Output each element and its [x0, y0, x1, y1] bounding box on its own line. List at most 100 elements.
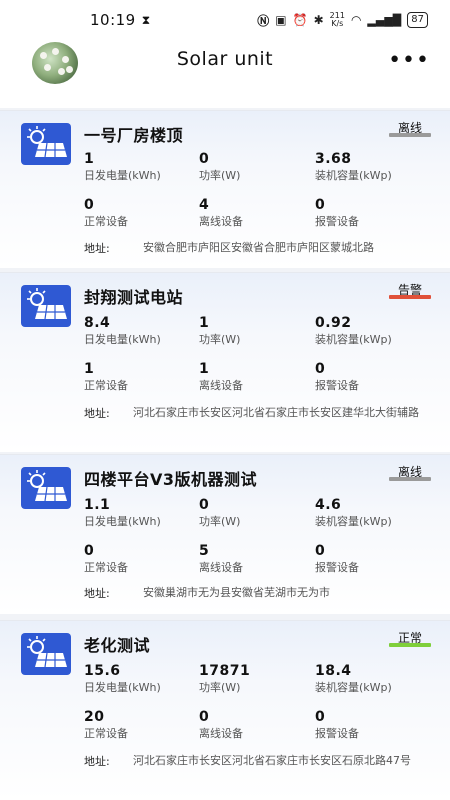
- offline-devices-label: 离线设备: [199, 561, 243, 574]
- daily-generation-value: 15.6: [84, 663, 121, 679]
- alarm-devices-value: 0: [315, 197, 326, 213]
- normal-devices-value: 1: [84, 361, 95, 377]
- address-label: 地址:: [84, 587, 110, 600]
- installed-capacity: 4.6 装机容量(kWp): [315, 497, 392, 529]
- more-menu-button[interactable]: •••: [388, 48, 430, 73]
- alarm-devices: 0 报警设备: [315, 197, 359, 229]
- power-value: 0: [199, 151, 210, 167]
- status-badge: 离线: [389, 466, 431, 481]
- solar-panel-icon: [21, 467, 71, 509]
- installed-capacity-value: 3.68: [315, 151, 352, 167]
- installed-capacity: 0.92 装机容量(kWp): [315, 315, 392, 347]
- network-speed: 211 K/s: [330, 12, 345, 28]
- daily-generation-label: 日发电量(kWh): [84, 681, 161, 694]
- status-badge-bar: [389, 133, 431, 137]
- solar-panel-icon: [21, 285, 71, 327]
- normal-devices-value: 20: [84, 709, 105, 725]
- alarm-devices-value: 0: [315, 361, 326, 377]
- status-time: 10:19: [90, 11, 136, 29]
- daily-generation-label: 日发电量(kWh): [84, 333, 161, 346]
- nfc-icon: Ⓝ: [257, 13, 270, 28]
- power-value: 1: [199, 315, 210, 331]
- status-bar: 10:19 ⧗ Ⓝ ▣ ⏰ ✱ 211 K/s ◠ ▂▄▆█ 87: [0, 0, 450, 40]
- offline-devices-value: 0: [199, 709, 210, 725]
- offline-devices: 1 离线设备: [199, 361, 243, 393]
- station-card[interactable]: 一号厂房楼顶 离线 1 日发电量(kWh) 0 功率(W) 3.68 装机容量(…: [0, 110, 450, 268]
- station-card[interactable]: 老化测试 正常 15.6 日发电量(kWh) 17871 功率(W) 18.4 …: [0, 620, 450, 800]
- daily-generation-value: 1: [84, 151, 95, 167]
- offline-devices: 5 离线设备: [199, 543, 243, 575]
- alarm-devices-value: 0: [315, 543, 326, 559]
- normal-devices: 0 正常设备: [84, 197, 128, 229]
- installed-capacity: 18.4 装机容量(kWp): [315, 663, 392, 695]
- power: 0 功率(W): [199, 497, 240, 529]
- normal-devices-label: 正常设备: [84, 727, 128, 740]
- alarm-devices-value: 0: [315, 709, 326, 725]
- alarm-devices: 0 报警设备: [315, 361, 359, 393]
- vibrate-icon: ▣: [275, 13, 287, 27]
- solar-panel-icon: [21, 123, 71, 165]
- installed-capacity-label: 装机容量(kWp): [315, 169, 392, 182]
- power-label: 功率(W): [199, 681, 241, 694]
- offline-devices: 4 离线设备: [199, 197, 243, 229]
- installed-capacity-label: 装机容量(kWp): [315, 681, 392, 694]
- status-badge-bar: [389, 643, 431, 647]
- station-name: 四楼平台V3版机器测试: [84, 470, 258, 489]
- address-label: 地址:: [84, 755, 110, 768]
- normal-devices: 1 正常设备: [84, 361, 128, 393]
- alarm-devices-label: 报警设备: [315, 379, 359, 392]
- offline-devices-label: 离线设备: [199, 727, 243, 740]
- status-badge-bar: [389, 295, 431, 299]
- alarm-devices: 0 报警设备: [315, 709, 359, 741]
- power: 1 功率(W): [199, 315, 240, 347]
- installed-capacity-value: 0.92: [315, 315, 352, 331]
- normal-devices-label: 正常设备: [84, 561, 128, 574]
- normal-devices: 20 正常设备: [84, 709, 128, 741]
- status-badge: 正常: [389, 632, 431, 647]
- daily-generation: 8.4 日发电量(kWh): [84, 315, 161, 347]
- installed-capacity-label: 装机容量(kWp): [315, 515, 392, 528]
- normal-devices-label: 正常设备: [84, 379, 128, 392]
- normal-devices-value: 0: [84, 543, 95, 559]
- normal-devices-label: 正常设备: [84, 215, 128, 228]
- daily-generation-label: 日发电量(kWh): [84, 169, 161, 182]
- address-value: 河北石家庄市长安区河北省石家庄市长安区石原北路47号: [133, 754, 411, 767]
- alarm-devices: 0 报警设备: [315, 543, 359, 575]
- address-value: 安徽合肥市庐阳区安徽省合肥市庐阳区蒙城北路: [143, 241, 374, 254]
- power: 17871 功率(W): [199, 663, 250, 695]
- app-header: Solar unit •••: [0, 40, 450, 108]
- daily-generation-value: 1.1: [84, 497, 111, 513]
- daily-generation-label: 日发电量(kWh): [84, 515, 161, 528]
- normal-devices-value: 0: [84, 197, 95, 213]
- installed-capacity: 3.68 装机容量(kWp): [315, 151, 392, 183]
- station-name: 老化测试: [84, 636, 151, 655]
- offline-devices-value: 4: [199, 197, 210, 213]
- battery-indicator: 87: [407, 12, 428, 28]
- alarm-devices-label: 报警设备: [315, 561, 359, 574]
- address-value: 安徽巢湖市无为县安徽省芜湖市无为市: [143, 586, 330, 599]
- status-badge-bar: [389, 477, 431, 481]
- daily-generation: 1.1 日发电量(kWh): [84, 497, 161, 529]
- wifi-icon: ◠: [350, 13, 362, 27]
- alarm-devices-label: 报警设备: [315, 215, 359, 228]
- station-card[interactable]: 封翔测试电站 告警 8.4 日发电量(kWh) 1 功率(W) 0.92 装机容…: [0, 272, 450, 452]
- power-label: 功率(W): [199, 333, 241, 346]
- offline-devices-label: 离线设备: [199, 215, 243, 228]
- address-label: 地址:: [84, 407, 110, 420]
- power-value: 17871: [199, 663, 251, 679]
- installed-capacity-label: 装机容量(kWp): [315, 333, 392, 346]
- daily-generation: 15.6 日发电量(kWh): [84, 663, 161, 695]
- address-value: 河北石家庄市长安区河北省石家庄市长安区建华北大街辅路: [133, 406, 419, 419]
- bluetooth-icon: ✱: [313, 13, 324, 27]
- station-card[interactable]: 四楼平台V3版机器测试 离线 1.1 日发电量(kWh) 0 功率(W) 4.6…: [0, 454, 450, 614]
- network-speed-unit: K/s: [331, 19, 344, 28]
- station-name: 一号厂房楼顶: [84, 126, 184, 145]
- signal-icon: ▂▄▆█: [367, 13, 402, 27]
- offline-devices-label: 离线设备: [199, 379, 243, 392]
- normal-devices: 0 正常设备: [84, 543, 128, 575]
- hourglass-icon: ⧗: [141, 12, 151, 27]
- power-value: 0: [199, 497, 210, 513]
- alarm-icon: ⏰: [292, 13, 308, 27]
- status-badge: 离线: [389, 122, 431, 137]
- daily-generation-value: 8.4: [84, 315, 111, 331]
